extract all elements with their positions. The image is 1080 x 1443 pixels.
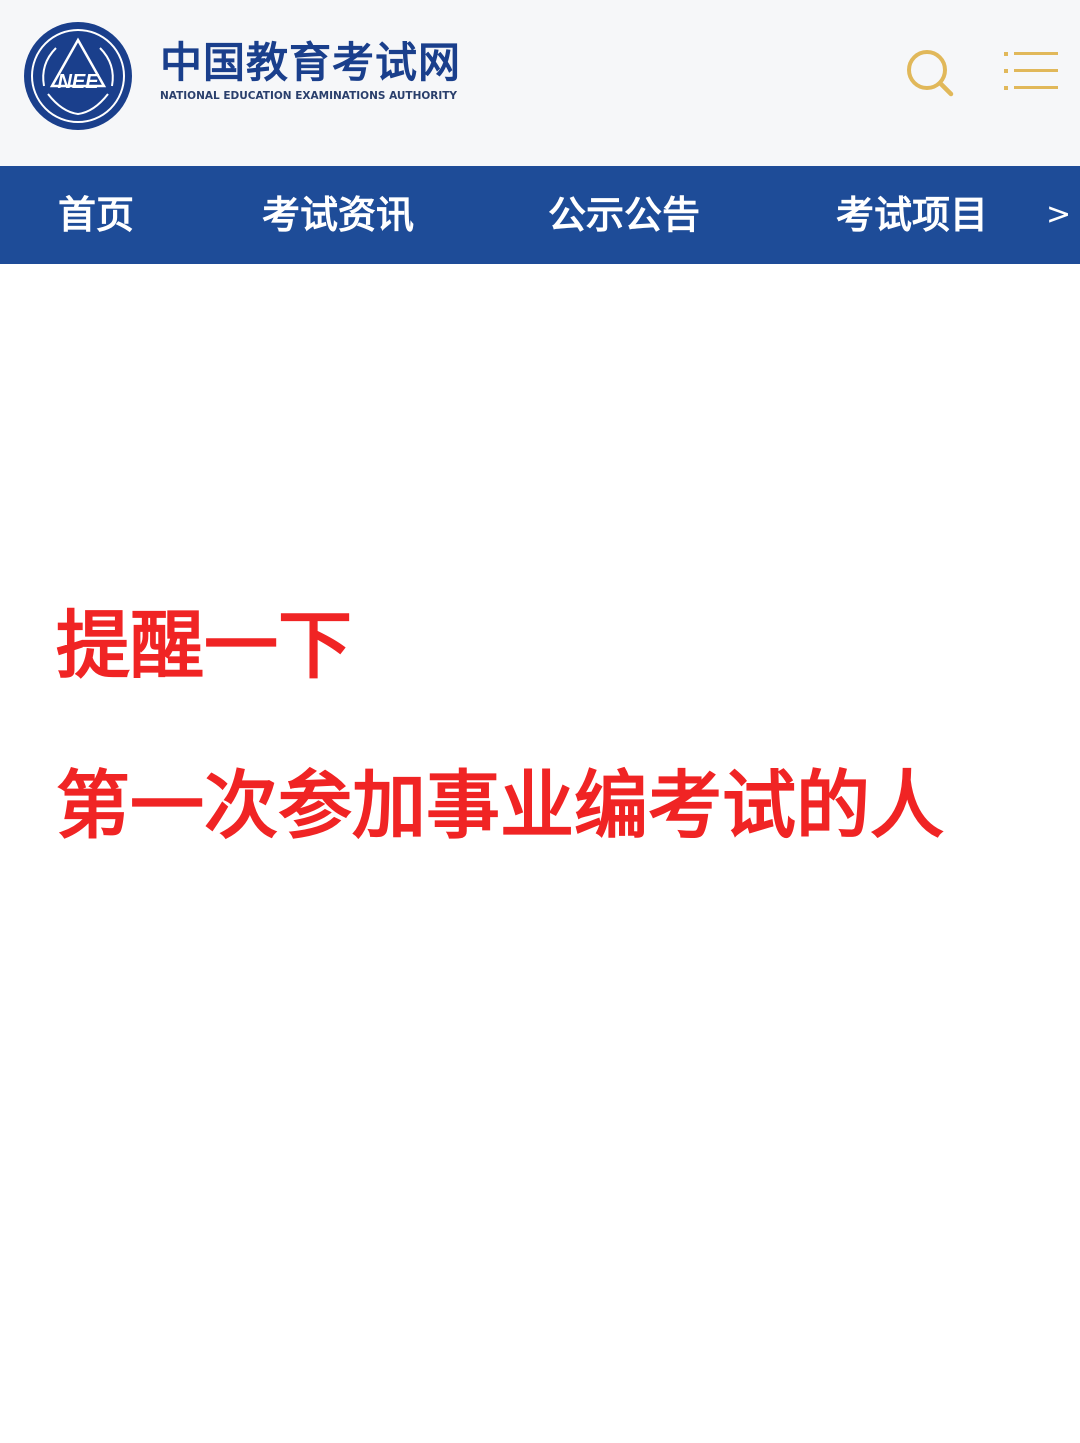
search-icon (907, 50, 954, 97)
main-content (0, 264, 1080, 1443)
site-name-en: NATIONAL EDUCATION EXAMINATIONS AUTHORIT… (160, 90, 458, 102)
site-logo-text[interactable]: 中国教育考试网 NATIONAL EDUCATION EXAMINATIONS … (160, 38, 461, 102)
site-header: NEE 中国教育考试网 NATIONAL EDUCATION EXAMINATI… (0, 0, 1080, 166)
nav-item-exam-news[interactable]: 考试资讯 (262, 166, 414, 264)
hamburger-menu-icon (1004, 52, 1058, 90)
logo-emblem-text: NEE (57, 71, 99, 93)
main-nav: 首页 考试资讯 公示公告 考试项目 > (0, 166, 1080, 264)
menu-button[interactable] (1004, 46, 1060, 96)
nav-more-arrow-icon[interactable]: > (1046, 166, 1071, 264)
headline-reminder: 提醒一下 (56, 603, 352, 689)
nee-logo-emblem[interactable]: NEE (22, 20, 134, 132)
headline-first-time-candidates: 第一次参加事业编考试的人 (56, 763, 944, 849)
search-button[interactable] (903, 46, 957, 100)
nav-item-exam-projects[interactable]: 考试项目 (836, 166, 988, 264)
site-name: 中国教育考试网 (160, 38, 462, 87)
nav-item-announcements[interactable]: 公示公告 (548, 166, 700, 264)
nav-item-home[interactable]: 首页 (58, 166, 134, 264)
